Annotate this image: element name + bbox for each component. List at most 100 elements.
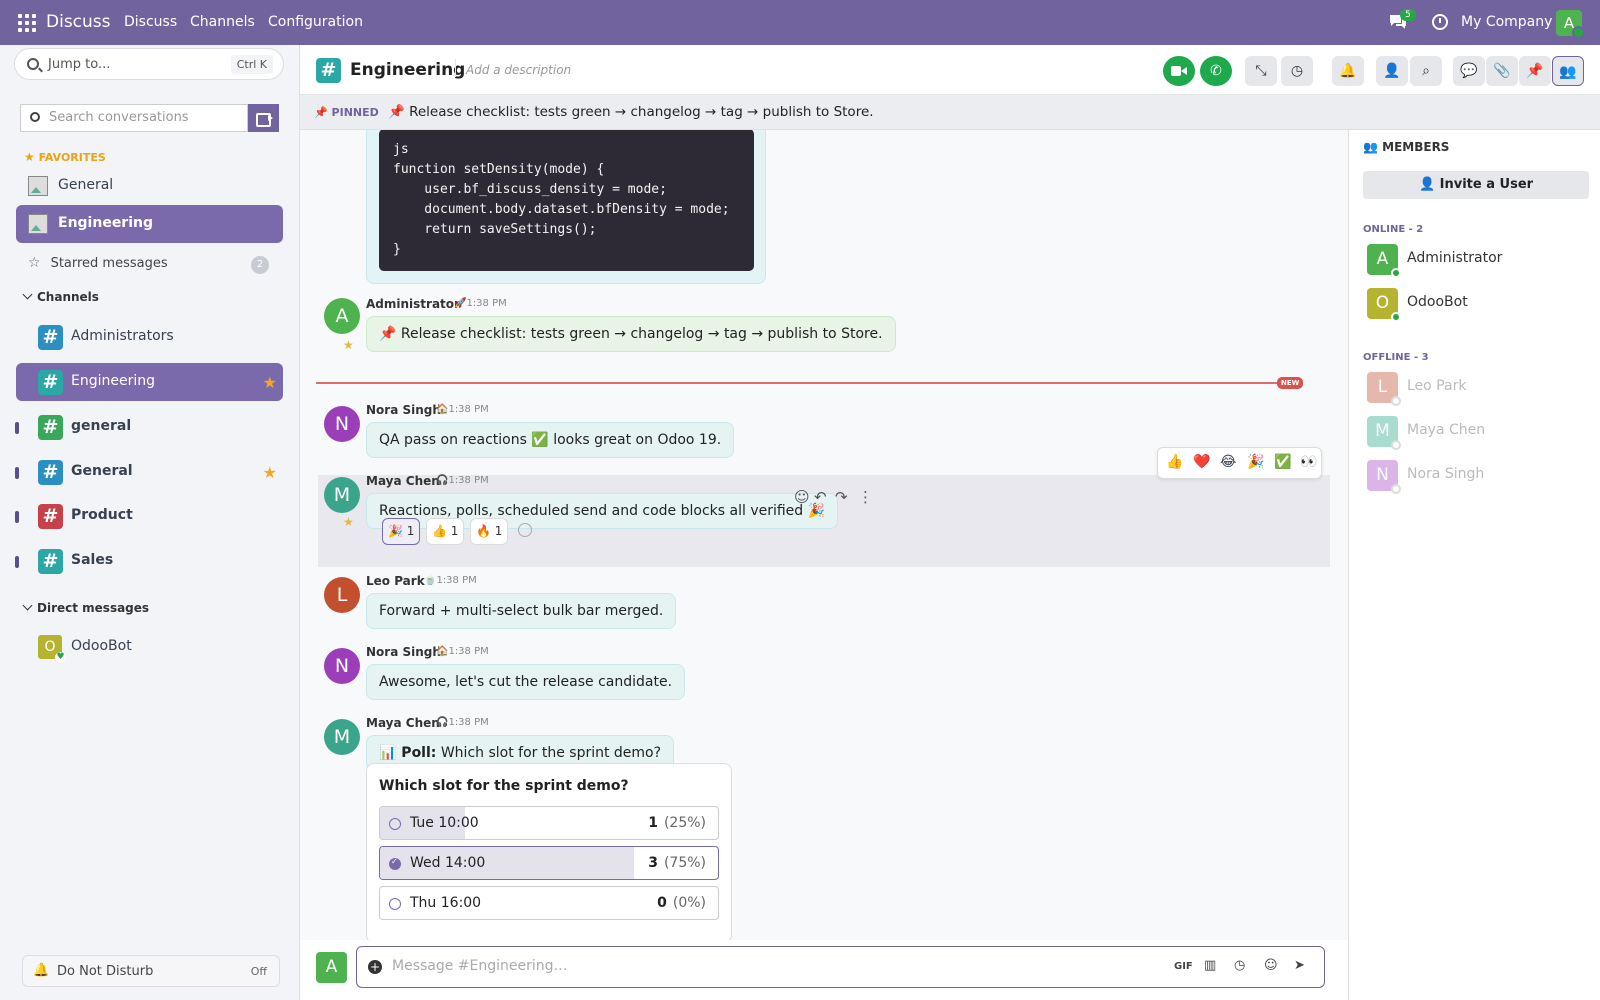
notification-settings-button[interactable]: 🔔 (1332, 56, 1364, 86)
jump-to-search[interactable]: Jump to... Ctrl K (14, 48, 284, 80)
message-composer[interactable]: + Message #Engineering… GIF ▥ ◷ ☺ ➤ (356, 946, 1325, 988)
user-avatar[interactable]: A (1556, 10, 1585, 39)
author-name[interactable]: Nora Singh (366, 645, 441, 659)
schedule-clock-icon[interactable]: ◷ (1234, 958, 1245, 973)
add-reaction-icon[interactable] (518, 523, 532, 537)
author-avatar[interactable]: N (324, 406, 360, 442)
company-switcher[interactable]: My Company (1461, 14, 1552, 30)
menu-channels[interactable]: Channels (190, 14, 255, 30)
member-name[interactable]: Nora Singh (1407, 466, 1484, 482)
channel-title[interactable]: Engineering (350, 60, 465, 80)
quick-reaction-thumbs-up[interactable]: 👍 (1166, 454, 1183, 470)
author-avatar[interactable]: L (324, 577, 360, 613)
member-name[interactable]: Leo Park (1407, 378, 1466, 394)
quick-reaction-check[interactable]: ✅ (1274, 454, 1291, 470)
voice-call-button[interactable]: ✆ (1200, 56, 1232, 86)
author-avatar[interactable]: M (324, 719, 360, 755)
author-avatar[interactable]: M (324, 477, 360, 513)
channel-label: Engineering (71, 373, 155, 389)
more-options-icon[interactable]: ⋮ (858, 488, 873, 506)
member-avatar[interactable]: L (1367, 372, 1401, 406)
reply-icon[interactable]: ↶ (814, 488, 827, 506)
channel-description-input[interactable]: Add a description (455, 59, 571, 77)
menu-discuss[interactable]: Discuss (124, 14, 177, 30)
invite-user-button[interactable]: 👤 Invite a User (1363, 171, 1589, 199)
start-meeting-button[interactable] (248, 104, 279, 132)
channel-item-sales[interactable]: # Sales (15, 542, 283, 580)
poll-title: Which slot for the sprint demo? (440, 745, 662, 761)
favorite-item-engineering[interactable]: Engineering (16, 205, 283, 243)
pinned-messages-button[interactable]: 📌 (1519, 56, 1551, 86)
members-panel-button[interactable]: 👥 (1552, 56, 1584, 86)
member-avatar[interactable]: A (1367, 244, 1401, 278)
activity-clock-icon[interactable] (1432, 14, 1448, 30)
gif-button[interactable]: GIF (1174, 961, 1193, 972)
threads-button[interactable]: 💬 (1453, 56, 1485, 86)
scheduled-messages-button[interactable]: ◷ (1281, 56, 1313, 86)
reaction-chip[interactable]: 🎉 1 (382, 518, 421, 545)
bell-icon: 🔔 (33, 963, 50, 978)
search-messages-button[interactable]: ⌕ (1410, 56, 1442, 86)
channel-item-general-lower[interactable]: # general (15, 408, 283, 446)
author-avatar[interactable]: A (324, 298, 360, 334)
search-conversations-input[interactable]: Search conversations (20, 104, 248, 132)
member-name[interactable]: Maya Chen (1407, 422, 1485, 438)
favorite-star-icon[interactable]: ★ (263, 373, 277, 392)
send-icon[interactable]: ➤ (1294, 958, 1305, 973)
author-name[interactable]: Administrator (366, 297, 460, 311)
quick-reaction-party[interactable]: 🎉 (1247, 454, 1264, 470)
phone-icon: ✆ (1210, 63, 1222, 79)
member-name[interactable]: OdooBot (1407, 294, 1468, 310)
poll-option[interactable]: Wed 14:00 3 (75%) (379, 846, 719, 880)
author-avatar[interactable]: N (324, 648, 360, 684)
reaction-chip[interactable]: 👍 1 (426, 518, 465, 545)
author-name[interactable]: Leo Park (366, 574, 425, 588)
author-name[interactable]: Maya Chen (366, 474, 440, 488)
menu-configuration[interactable]: Configuration (268, 14, 363, 30)
video-call-button[interactable] (1163, 56, 1195, 86)
app-name[interactable]: Discuss (46, 12, 111, 32)
member-avatar[interactable]: O (1367, 288, 1401, 322)
starred-messages-item[interactable]: ☆ Starred messages (28, 255, 168, 271)
add-reaction-icon[interactable]: ☺ (794, 488, 810, 506)
direct-messages-section-toggle[interactable]: Direct messages (22, 600, 149, 615)
channel-item-engineering[interactable]: # Engineering ★ (16, 363, 283, 401)
starred-icon[interactable]: ★ (343, 338, 354, 352)
author-name[interactable]: Nora Singh (366, 403, 441, 417)
compact-view-button[interactable]: ⤡ (1245, 56, 1277, 86)
emoji-picker-icon[interactable]: ☺ (1264, 958, 1278, 973)
reaction-chip[interactable]: 🔥 1 (470, 518, 509, 545)
member-avatar[interactable]: M (1367, 416, 1401, 450)
add-users-button[interactable]: 👤 (1376, 56, 1408, 86)
status-emoji: 🏠 (436, 404, 449, 415)
favorite-item-general[interactable]: General (16, 167, 283, 205)
poll-option[interactable]: Thu 16:00 0 (0%) (379, 886, 719, 920)
quick-reaction-heart[interactable]: ❤️ (1193, 454, 1210, 470)
offline-status-dot (1391, 396, 1401, 406)
dm-item-odoobot[interactable]: O OdooBot (16, 628, 283, 666)
channel-item-product[interactable]: # Product (15, 497, 283, 535)
quick-reaction-eyes[interactable]: 👀 (1300, 454, 1317, 470)
quick-reaction-laugh[interactable]: 😂 (1220, 454, 1236, 470)
forward-icon[interactable]: ↷ (835, 488, 848, 506)
member-avatar[interactable]: N (1367, 460, 1401, 494)
poll-option[interactable]: Tue 10:00 1 (25%) (379, 806, 719, 840)
add-attachment-icon[interactable]: + (368, 960, 382, 974)
pinned-banner[interactable]: 📌 PINNED 📌 Release checklist: tests gree… (300, 95, 1600, 130)
starred-icon[interactable]: ★ (343, 515, 354, 529)
author-name[interactable]: Maya Chen (366, 716, 440, 730)
channel-item-administrators[interactable]: # Administrators (16, 318, 283, 356)
apps-menu-icon[interactable] (18, 14, 36, 32)
new-messages-tag: NEW (1277, 377, 1304, 389)
member-name[interactable]: Administrator (1407, 250, 1502, 266)
favorites-heading[interactable]: ★ FAVORITES (24, 150, 106, 164)
attachments-button[interactable]: 📎 (1486, 56, 1518, 86)
poll-option-label: Wed 14:00 (410, 855, 486, 871)
message-time: 🍵1:38 PM (424, 575, 477, 586)
channels-section-toggle[interactable]: Channels (22, 289, 99, 304)
poll-chart-icon[interactable]: ▥ (1204, 958, 1216, 973)
do-not-disturb-toggle[interactable]: 🔔 Do Not Disturb Off (22, 955, 280, 987)
favorite-star-icon[interactable]: ★ (263, 463, 277, 482)
dm-name: OdooBot (71, 638, 132, 654)
channel-item-general[interactable]: # General ★ (15, 453, 283, 491)
